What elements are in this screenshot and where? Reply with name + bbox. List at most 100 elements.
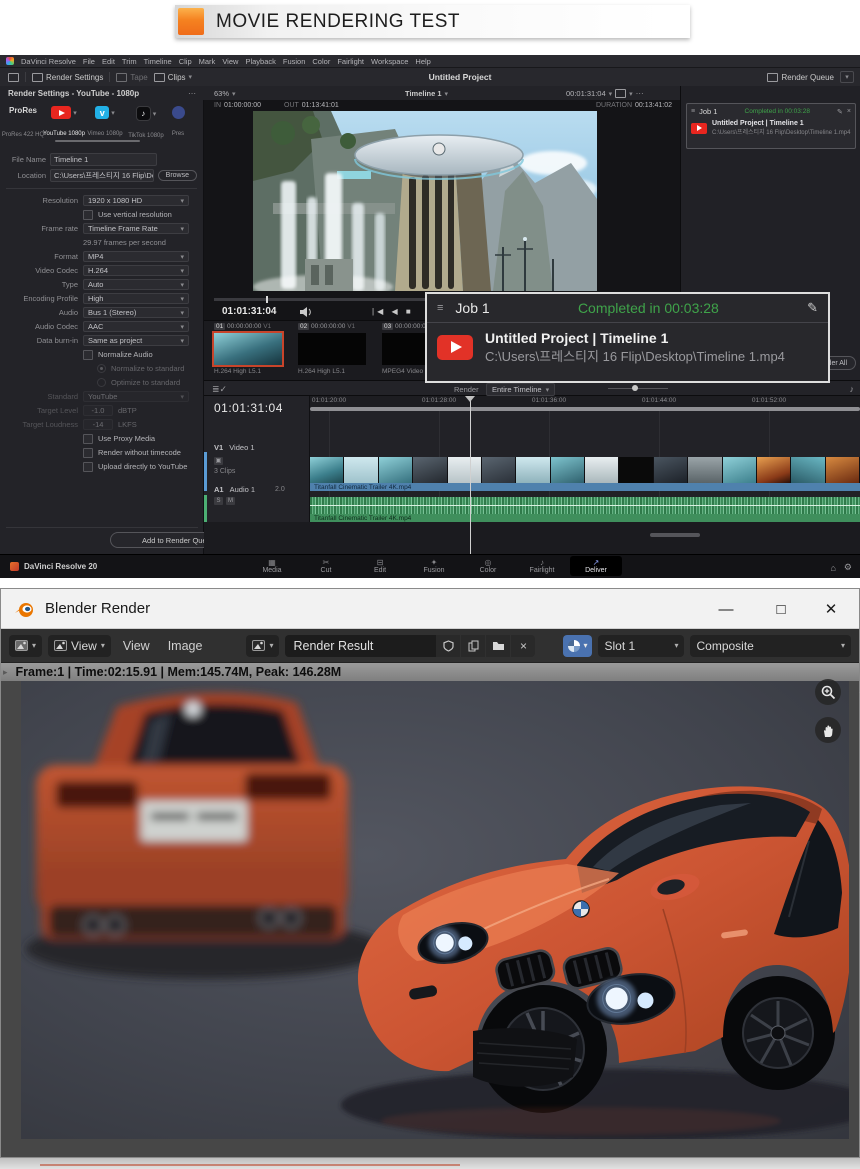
- video-codec-select[interactable]: H.264▾: [83, 265, 189, 276]
- audio-track-name[interactable]: Audio 1: [230, 485, 255, 494]
- stop-icon[interactable]: ■: [406, 307, 414, 316]
- preset-vimeo[interactable]: v▾ Vimeo 1080p: [86, 106, 124, 137]
- display-mode-dropdown[interactable]: View ▾: [48, 635, 111, 657]
- preset-partial[interactable]: Pres: [168, 106, 188, 137]
- tab-color[interactable]: ◎ Color: [462, 556, 514, 576]
- drag-handle-icon[interactable]: ≡: [691, 108, 695, 115]
- browse-image-button[interactable]: ▾: [246, 635, 279, 657]
- menu-playback[interactable]: Playback: [245, 57, 275, 66]
- edit-job-icon[interactable]: ✎: [837, 108, 843, 116]
- menu-edit[interactable]: Edit: [102, 57, 115, 66]
- settings-gear-icon[interactable]: ⚙: [844, 562, 852, 573]
- edit-job-icon[interactable]: ✎: [807, 300, 818, 316]
- tab-deliver[interactable]: ↗ Deliver: [570, 556, 622, 576]
- panel-toggle-dropdown[interactable]: ▾: [840, 71, 854, 83]
- tape-button[interactable]: Tape: [116, 73, 147, 82]
- use-proxy-media-checkbox[interactable]: [83, 434, 93, 444]
- target-loudness-input[interactable]: -14: [83, 419, 113, 430]
- format-select[interactable]: MP4▾: [83, 251, 189, 262]
- audio-waveform[interactable]: [310, 497, 860, 514]
- remove-job-icon[interactable]: ×: [847, 108, 851, 115]
- tab-edit[interactable]: ⊟ Edit: [354, 556, 406, 576]
- render-queue-button[interactable]: Render Queue: [782, 73, 834, 82]
- video-track-id[interactable]: V1: [214, 443, 223, 452]
- menu-workspace[interactable]: Workspace: [371, 57, 408, 66]
- video-preview[interactable]: [253, 111, 597, 291]
- horizontal-scrollbar[interactable]: [650, 533, 700, 537]
- skip-back-icon[interactable]: |◀: [372, 307, 386, 316]
- new-image-copy-icon[interactable]: [461, 635, 485, 657]
- tab-fairlight[interactable]: ♪ Fairlight: [516, 556, 568, 576]
- transport-controls[interactable]: |◀ ◀ ■: [372, 307, 414, 316]
- panel-collapse-icon[interactable]: ▸: [3, 667, 8, 678]
- scrub-playhead[interactable]: [266, 296, 268, 303]
- menu-image[interactable]: Image: [162, 639, 209, 653]
- target-level-input[interactable]: -1.0: [83, 405, 113, 416]
- playhead-marker[interactable]: [465, 396, 475, 402]
- audio-codec-select[interactable]: AAC▾: [83, 321, 189, 332]
- audio-track-id[interactable]: A1: [214, 485, 224, 494]
- menu-help[interactable]: Help: [415, 57, 430, 66]
- frame-rate-select[interactable]: Timeline Frame Rate▾: [83, 223, 189, 234]
- timeline-selector-dropdown[interactable]: Timeline 1 ▾: [405, 89, 448, 98]
- data-burnin-select[interactable]: Same as project▾: [83, 335, 189, 346]
- mute-button[interactable]: M: [226, 497, 235, 505]
- render-pass-dropdown[interactable]: Composite ▾: [690, 635, 851, 657]
- menu-davinci[interactable]: DaVinci Resolve: [21, 57, 76, 66]
- timeline-timecode[interactable]: 01:01:31:04: [214, 401, 309, 415]
- viewer-zoom-dropdown[interactable]: 63% ▾: [214, 89, 236, 98]
- tab-fusion[interactable]: ✦ Fusion: [408, 556, 460, 576]
- timeline-ruler[interactable]: 01:01:20:00 01:01:28:00 01:01:36:00 01:0…: [310, 396, 860, 411]
- editor-type-button[interactable]: ▾: [9, 635, 42, 657]
- play-reverse-icon[interactable]: ◀: [391, 307, 400, 316]
- render-range-dropdown[interactable]: Entire Timeline ▾: [486, 383, 555, 396]
- render-result-image[interactable]: ◂: [21, 681, 849, 1139]
- timeline-options-icon[interactable]: ≣✓: [212, 384, 227, 395]
- menu-timeline[interactable]: Timeline: [144, 57, 172, 66]
- menu-file[interactable]: File: [83, 57, 95, 66]
- pan-gizmo[interactable]: [815, 717, 841, 743]
- menu-fusion[interactable]: Fusion: [283, 57, 306, 66]
- tab-cut[interactable]: ✂ Cut: [300, 556, 352, 576]
- display-channels-button[interactable]: ▾: [563, 635, 592, 657]
- render-without-timecode-checkbox[interactable]: [83, 448, 93, 458]
- solo-button[interactable]: S: [214, 497, 223, 505]
- preset-tiktok[interactable]: ♪▾ TikTok 1080p: [127, 106, 165, 139]
- standard-select[interactable]: YouTube▾: [83, 391, 189, 402]
- video-clip-bar[interactable]: Titanfall Cinematic Trailer 4K.mp4: [310, 483, 860, 491]
- menu-view[interactable]: View: [117, 639, 156, 653]
- home-icon[interactable]: ⌂: [830, 563, 835, 573]
- video-track-name[interactable]: Video 1: [229, 443, 254, 452]
- preset-scrollbar[interactable]: [55, 140, 140, 142]
- audio-clip-bar[interactable]: Titanfall Cinematic Trailer 4K.mp4: [310, 514, 860, 522]
- zoom-slider-handle[interactable]: [632, 385, 638, 391]
- location-input[interactable]: C:\Users\프레스티지 16 Flip\Desktop: [50, 169, 154, 182]
- image-name-field[interactable]: Render Result: [285, 635, 436, 657]
- zoom-slider[interactable]: [608, 388, 668, 389]
- fake-user-shield-icon[interactable]: [436, 635, 460, 657]
- unlink-image-icon[interactable]: ×: [511, 635, 535, 657]
- clip-thumbnail-1[interactable]: [214, 333, 282, 365]
- render-job-card[interactable]: ≡ Job 1 Completed in 00:03:28 ✎ × Untitl…: [686, 103, 856, 149]
- normalize-standard-radio[interactable]: [97, 364, 106, 373]
- preset-prores[interactable]: ProRes ProRes 422 HQ: [4, 106, 42, 138]
- optimize-standard-radio[interactable]: [97, 378, 106, 387]
- video-clip-thumbnails[interactable]: [310, 457, 860, 483]
- menu-clip[interactable]: Clip: [179, 57, 192, 66]
- preset-youtube[interactable]: ▾ YouTube 1080p: [45, 106, 83, 137]
- timeline-playhead[interactable]: [470, 396, 471, 554]
- vertical-resolution-checkbox[interactable]: [83, 210, 93, 220]
- menu-fairlight[interactable]: Fairlight: [337, 57, 364, 66]
- close-button[interactable]: ✕: [808, 589, 854, 629]
- viewer-timecode-dropdown[interactable]: 00:01:31:04 ▾ ▾ ⋯: [566, 89, 645, 98]
- slot-dropdown[interactable]: Slot 1 ▾: [598, 635, 684, 657]
- render-settings-options-icon[interactable]: ⋯: [188, 89, 197, 98]
- minimize-button[interactable]: —: [703, 589, 749, 629]
- type-select[interactable]: Auto▾: [83, 279, 189, 290]
- upload-youtube-checkbox[interactable]: [83, 462, 93, 472]
- speaker-icon[interactable]: [300, 307, 312, 317]
- clip-thumbnail-2[interactable]: [298, 333, 366, 365]
- monitor-icon[interactable]: [8, 73, 19, 82]
- davinci-logo-icon[interactable]: [6, 57, 14, 65]
- render-settings-button[interactable]: Render Settings: [32, 73, 103, 82]
